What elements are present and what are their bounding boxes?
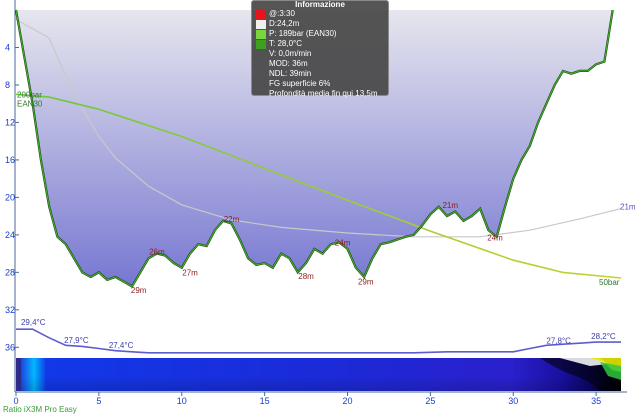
depth-label: 29m — [131, 286, 147, 295]
y-tick-label: 32 — [5, 305, 15, 315]
info-panel-title: Informazione — [295, 0, 345, 9]
depth-label: 22m — [224, 215, 240, 224]
legend-swatch-icon — [256, 19, 266, 29]
x-tick-label: 30 — [508, 396, 518, 406]
info-panel-text: T: 28,0°C — [269, 39, 302, 48]
x-tick-label: 25 — [425, 396, 435, 406]
heat-strip — [16, 358, 621, 391]
temperature-line — [16, 328, 621, 354]
info-panel: Informazione @:3:30 D:24,2m P: 189bar (EAN… — [251, 0, 389, 99]
device-name: Ratio iX3M Pro Easy — [3, 405, 77, 414]
y-tick-label: 8 — [5, 80, 10, 90]
depth-label: 24m — [335, 238, 351, 247]
temperature-labels: 29,4°C 27,9°C 27,4°C 27,8°C 28,2°C — [21, 318, 616, 350]
y-tick-label: 28 — [5, 267, 15, 277]
info-panel-text: MOD: 36m — [269, 59, 308, 68]
legend-swatch-icon — [256, 29, 266, 39]
pressure-gas-label: EAN30 — [17, 99, 43, 108]
info-panel-row: FG superficie 6% — [256, 79, 384, 89]
info-panel-row: MOD: 36m — [256, 59, 384, 69]
info-panel-text: V: 0,0m/min — [269, 49, 312, 58]
depth-label: 24m — [487, 234, 503, 243]
temperature-label: 27,8°C — [546, 336, 571, 345]
y-tick-label: 24 — [5, 230, 15, 240]
pressure-end-label: 50bar — [599, 278, 620, 287]
info-panel-row: V: 0,0m/min — [256, 49, 384, 59]
pressure-start-label: 200bar — [17, 90, 42, 99]
info-panel-text: @:3:30 — [269, 9, 295, 18]
depth-label: 27m — [182, 268, 198, 277]
info-panel-rows: @:3:30 D:24,2m P: 189bar (EAN30) T: 28,0°C V… — [256, 9, 384, 99]
info-panel-text: Profondità media fin qui 13,5m — [269, 89, 378, 98]
info-panel-text: P: 189bar (EAN30) — [269, 29, 337, 38]
x-tick-label: 15 — [260, 396, 270, 406]
depth-label: 26m — [149, 248, 165, 257]
info-panel-text: FG superficie 6% — [269, 79, 331, 88]
y-tick-label: 4 — [5, 42, 10, 52]
legend-swatch-icon — [256, 39, 266, 49]
legend-swatch-icon — [256, 9, 266, 19]
x-tick-label: 5 — [96, 396, 101, 406]
ndl-end-label: 21m — [620, 203, 636, 212]
y-tick-label: 36 — [5, 342, 15, 352]
depth-label: 21m — [442, 201, 458, 210]
info-panel-row: D:24,2m — [256, 19, 384, 29]
temperature-label: 28,2°C — [591, 332, 616, 341]
depth-label: 28m — [298, 272, 314, 281]
x-tick-label: 35 — [591, 396, 601, 406]
temperature-label: 29,4°C — [21, 318, 46, 327]
info-panel-row: P: 189bar (EAN30) — [256, 29, 384, 39]
info-panel-row: NDL: 39min — [256, 69, 384, 79]
info-panel-text: NDL: 39min — [269, 69, 312, 78]
y-tick-label: 16 — [5, 155, 15, 165]
x-tick-label: 20 — [342, 396, 352, 406]
info-panel-row: T: 28,0°C — [256, 39, 384, 49]
info-panel-row: Profondità media fin qui 13,5m — [256, 89, 384, 99]
y-tick-label: 20 — [5, 192, 15, 202]
temperature-label: 27,9°C — [64, 336, 89, 345]
depth-label: 29m — [358, 278, 374, 287]
y-tick-label: 12 — [5, 117, 15, 127]
x-axis-ticks: 0 5 10 15 20 25 30 35 — [13, 392, 601, 406]
temperature-label: 27,4°C — [109, 341, 134, 350]
x-tick-label: 10 — [177, 396, 187, 406]
y-axis-ticks: 4 8 12 16 20 24 28 32 36 — [5, 42, 19, 352]
info-panel-text: D:24,2m — [269, 19, 300, 28]
info-panel-row: @:3:30 — [256, 9, 384, 19]
